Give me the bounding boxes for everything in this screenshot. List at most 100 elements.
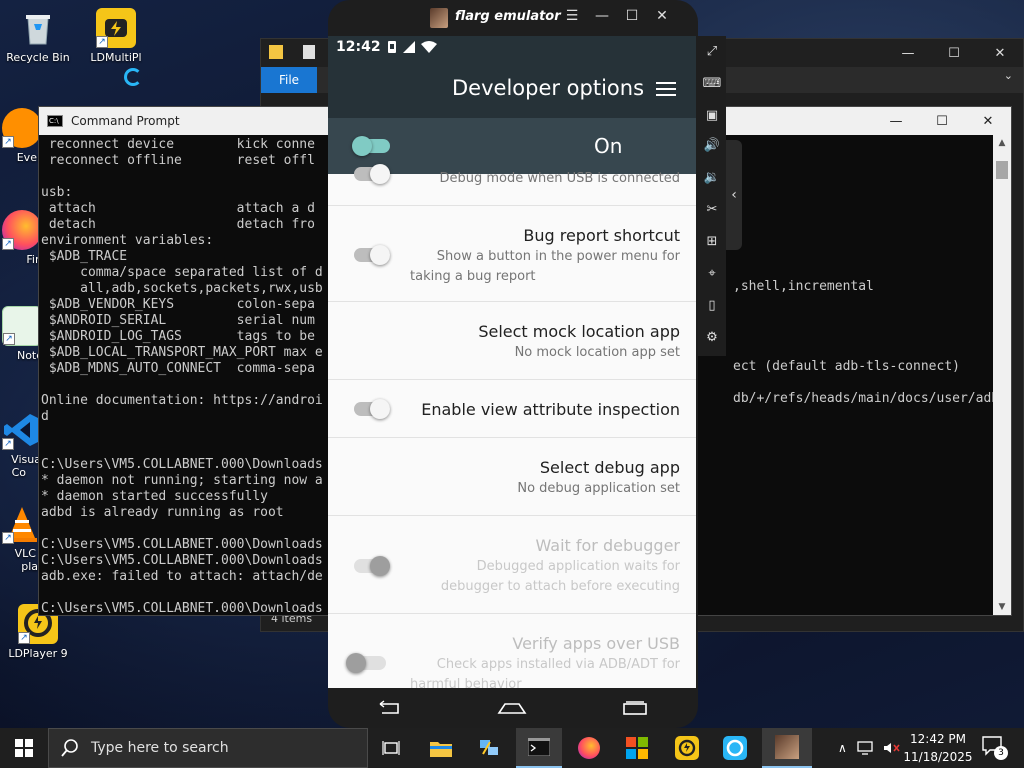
volume-down-icon[interactable]: 🔉 bbox=[702, 168, 722, 188]
store-icon bbox=[626, 737, 648, 759]
row-title: Enable view attribute inspection bbox=[421, 400, 680, 419]
cmd-right-line: ,shell,incremental bbox=[733, 279, 874, 294]
shortcut-arrow-icon: ↗ bbox=[3, 333, 15, 345]
taskbar-clock[interactable]: 12:42 PM 11/18/2025 bbox=[900, 730, 976, 766]
scroll-thumb[interactable] bbox=[996, 161, 1008, 179]
home-button[interactable] bbox=[497, 698, 527, 718]
settings-row-select-mock-location-app[interactable]: Select mock location app No mock locatio… bbox=[328, 302, 696, 380]
wifi-icon bbox=[420, 41, 437, 53]
android-screen[interactable]: 12:42 Developer options On Debug mode wh… bbox=[328, 36, 696, 688]
emulator-close-button[interactable]: ✕ bbox=[652, 8, 672, 24]
taskbar-firefox[interactable] bbox=[566, 728, 612, 768]
bug-report-toggle[interactable] bbox=[354, 245, 390, 265]
taskbar-ldplayer[interactable] bbox=[664, 728, 710, 768]
row-title: Select mock location app bbox=[478, 322, 680, 341]
shortcut-arrow-icon: ↗ bbox=[2, 438, 14, 450]
folder-icon bbox=[269, 45, 283, 59]
recents-icon bbox=[622, 701, 647, 715]
cmd-output-right: ,shell,incremental ect (default adb-tls-… bbox=[733, 137, 993, 615]
row-summary: Check apps installed via ADB/ADT for bbox=[436, 657, 680, 672]
network-icon[interactable] bbox=[857, 741, 873, 755]
taskbar-file-explorer[interactable] bbox=[418, 728, 464, 768]
row-summary: Debugged application waits for bbox=[476, 559, 680, 574]
desktop-icon-label: Recycle Bin bbox=[6, 51, 70, 64]
task-view-button[interactable] bbox=[368, 728, 414, 768]
shake-icon[interactable]: ▯ bbox=[702, 296, 722, 316]
emulator-minimize-button[interactable]: — bbox=[592, 8, 612, 24]
row-summary: No mock location app set bbox=[514, 345, 680, 360]
fullscreen-icon[interactable]: ⤢ bbox=[702, 42, 722, 62]
master-toggle[interactable] bbox=[352, 136, 390, 156]
back-button[interactable] bbox=[374, 698, 404, 718]
taskbar-search-box[interactable]: Type here to search bbox=[48, 728, 368, 768]
system-tray: ∧ bbox=[838, 728, 901, 768]
usb-debugging-toggle[interactable] bbox=[354, 164, 390, 184]
taskbar-ld-multi[interactable] bbox=[712, 728, 758, 768]
row-summary: taking a bug report bbox=[410, 269, 536, 284]
shortcut-arrow-icon: ↗ bbox=[2, 238, 14, 250]
emulator-side-toolbar: ⤢ ⌨ ▣ 🔊 🔉 ✂ ⊞ ⌖ ▯ ⚙ bbox=[698, 36, 726, 356]
cmd-right-line: db/+/refs/heads/main/docs/user/adb.1.m bbox=[733, 391, 993, 406]
ribbon-expand-icon[interactable]: ⌄ bbox=[1004, 69, 1013, 82]
location-icon[interactable]: ⌖ bbox=[702, 264, 722, 284]
tray-overflow-chevron-icon[interactable]: ∧ bbox=[838, 741, 847, 755]
wait-for-debugger-toggle bbox=[354, 556, 390, 576]
settings-row-usb-debugging[interactable]: Debug mode when USB is connected bbox=[328, 164, 696, 206]
master-switch-label: On bbox=[594, 134, 623, 158]
start-button[interactable] bbox=[0, 728, 48, 768]
keyboard-icon[interactable]: ⌨ bbox=[702, 74, 722, 94]
desktop-icon-recycle-bin[interactable]: Recycle Bin bbox=[2, 8, 74, 64]
settings-row-select-debug-app[interactable]: Select debug app No debug application se… bbox=[328, 438, 696, 516]
settings-row-bug-report-shortcut[interactable]: Bug report shortcut Show a button in the… bbox=[328, 206, 696, 302]
notification-icon bbox=[387, 41, 396, 53]
cmd-minimize-button[interactable]: — bbox=[873, 107, 919, 135]
cmd-scrollbar[interactable]: ▲ ▼ bbox=[993, 135, 1011, 615]
file-tab[interactable]: File bbox=[261, 67, 317, 93]
scissors-icon[interactable]: ✂ bbox=[702, 200, 722, 220]
taskbar-network-app[interactable] bbox=[466, 728, 512, 768]
clock-time: 12:42 PM bbox=[910, 732, 966, 746]
settings-row-view-attribute-inspection[interactable]: Enable view attribute inspection bbox=[328, 380, 696, 438]
ld-multi-icon bbox=[723, 736, 747, 760]
ldmultiplayer-icon: ↗ bbox=[96, 8, 136, 48]
settings-row-verify-apps-over-usb: Verify apps over USB Check apps installe… bbox=[328, 614, 696, 688]
taskbar-microsoft-store[interactable] bbox=[614, 728, 660, 768]
scroll-down-icon[interactable]: ▼ bbox=[993, 599, 1011, 615]
settings-gear-icon[interactable]: ⚙ bbox=[702, 328, 722, 348]
explorer-minimize-button[interactable]: — bbox=[885, 39, 931, 67]
cmd-close-button[interactable]: ✕ bbox=[965, 107, 1011, 135]
everything-icon: ↗ bbox=[2, 108, 42, 148]
back-icon bbox=[379, 700, 400, 714]
explorer-maximize-button[interactable]: ☐ bbox=[931, 39, 977, 67]
toggle-knob bbox=[352, 136, 372, 156]
cmd-title: Command Prompt bbox=[71, 114, 180, 128]
recents-button[interactable] bbox=[620, 698, 650, 718]
row-summary: Show a button in the power menu for bbox=[436, 249, 680, 264]
taskbar-command-prompt[interactable] bbox=[516, 728, 562, 768]
toggle-knob bbox=[370, 164, 390, 184]
notification-center-button[interactable]: 3 bbox=[982, 736, 1008, 760]
taskbar-flarg-emulator[interactable] bbox=[762, 728, 812, 768]
scroll-up-icon[interactable]: ▲ bbox=[993, 135, 1011, 151]
menu-icon[interactable] bbox=[656, 82, 676, 96]
emulator-titlebar[interactable]: flarg emulator ☰ — ☐ ✕ bbox=[328, 0, 698, 36]
volume-muted-icon[interactable] bbox=[883, 741, 901, 755]
view-attribute-inspection-toggle[interactable] bbox=[354, 399, 390, 419]
clock-date: 11/18/2025 bbox=[903, 750, 973, 764]
ldplayer-icon bbox=[675, 736, 699, 760]
apk-install-icon[interactable]: ▣ bbox=[702, 106, 722, 126]
desktop-icon-ldmultiplayer[interactable]: ↗ LDMultiPl bbox=[80, 8, 152, 64]
emulator-maximize-button[interactable]: ☐ bbox=[622, 8, 642, 24]
add-icon[interactable]: ⊞ bbox=[702, 232, 722, 252]
row-summary: Debug mode when USB is connected bbox=[439, 171, 680, 186]
volume-up-icon[interactable]: 🔊 bbox=[702, 136, 722, 156]
row-title: Select debug app bbox=[539, 458, 680, 477]
verify-apps-toggle bbox=[346, 653, 386, 673]
row-title: Wait for debugger bbox=[535, 536, 680, 555]
emulator-expand-handle[interactable]: ‹ bbox=[726, 140, 742, 250]
emulator-title: flarg emulator bbox=[455, 9, 561, 24]
emulator-menu-icon[interactable]: ☰ bbox=[562, 8, 582, 24]
explorer-close-button[interactable]: ✕ bbox=[977, 39, 1023, 67]
settings-list[interactable]: Debug mode when USB is connected Bug rep… bbox=[328, 164, 696, 688]
cmd-maximize-button[interactable]: ☐ bbox=[919, 107, 965, 135]
